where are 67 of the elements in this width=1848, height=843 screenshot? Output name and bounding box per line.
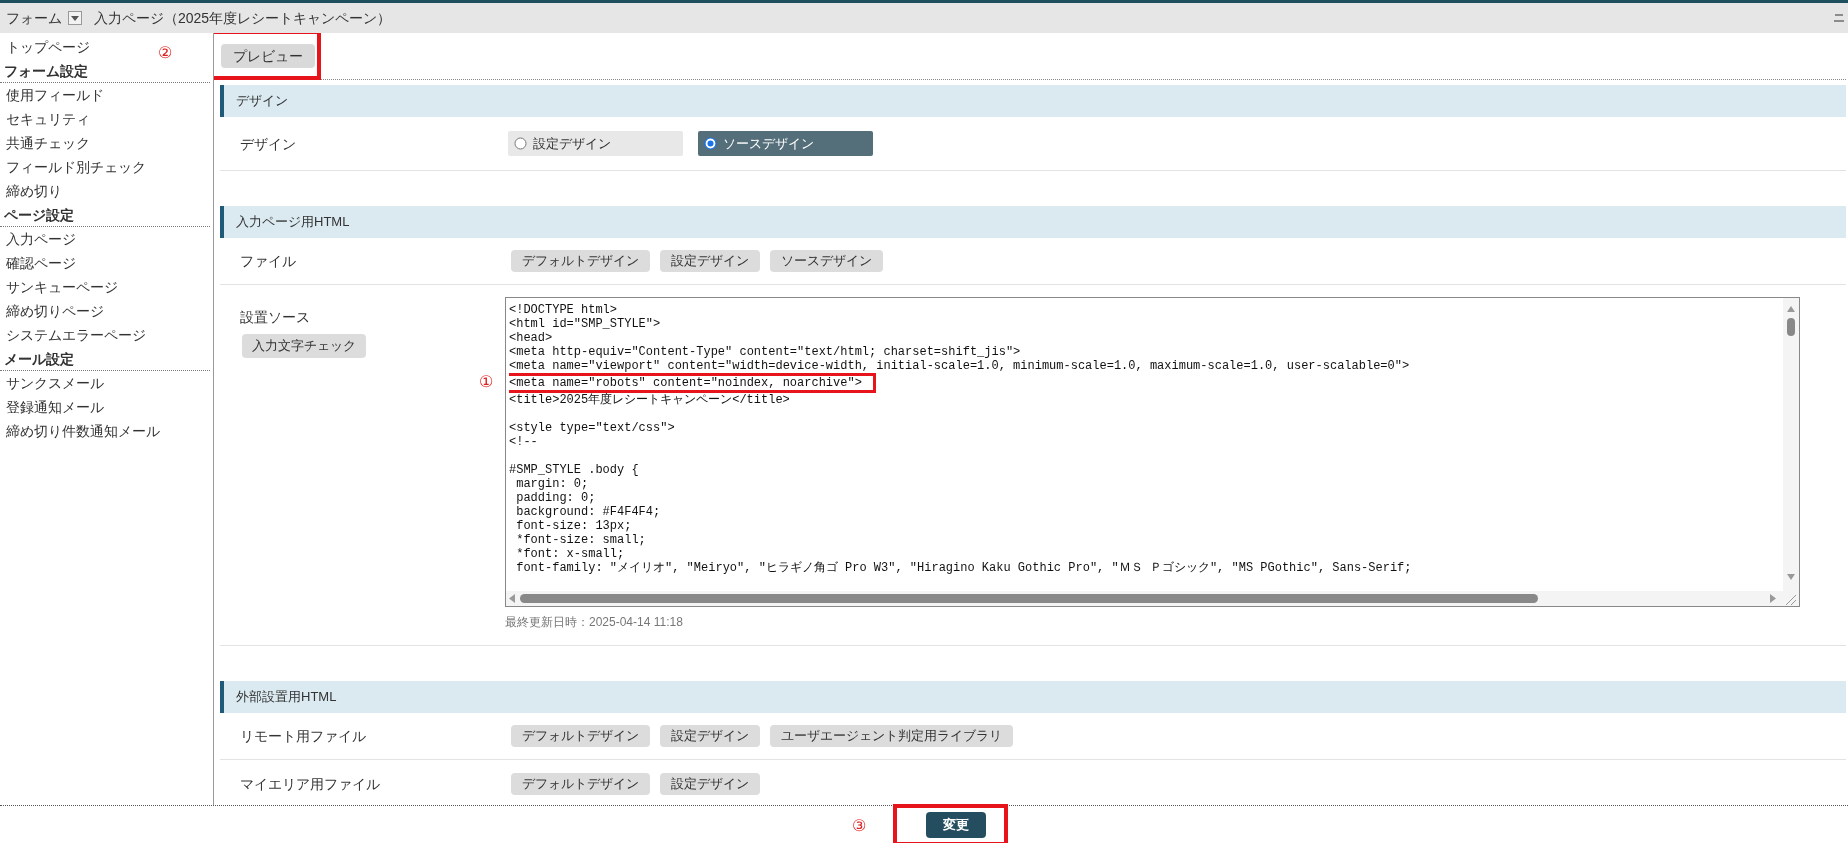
sidebar-link[interactable]: 締め切り (6, 183, 62, 199)
sidebar-link[interactable]: サンクスメール (6, 375, 104, 391)
file-button[interactable]: デフォルトデザイン (511, 725, 650, 747)
sidebar-link[interactable]: フィールド別チェック (6, 159, 146, 175)
section-header: 入力ページ用HTML (220, 206, 1846, 238)
check-button[interactable]: 入力文字チェック (242, 334, 366, 358)
file-button[interactable]: デフォルトデザイン (511, 772, 650, 795)
annotation-number: ③ (852, 816, 866, 836)
menu-label: フォーム (6, 8, 62, 28)
section-header: 外部設置用HTML (220, 681, 1846, 713)
code-line: <!-- (509, 435, 538, 449)
menu-icon[interactable] (1834, 13, 1844, 23)
sidebar-link[interactable]: 登録通知メール (6, 399, 104, 415)
sidebar-link[interactable]: 入力ページ (6, 231, 76, 247)
horizontal-scrollbar[interactable] (506, 591, 1799, 606)
radio-option[interactable]: ソースデザイン (698, 131, 873, 156)
file-button[interactable]: ユーザエージェント判定用ライブラリ (770, 725, 1013, 747)
code-line: background: #F4F4F4; (515, 505, 661, 519)
code-line: font-family: "メイリオ", "Meiryo", "ヒラギノ角ゴ Pro W3", "Hiragino Kaku Gothic Pro", "ＭＳ Ｐゴシック", "MS PGothic", Sans-Serif; (515, 561, 1412, 575)
sidebar-link[interactable]: セキュリティ (6, 111, 90, 127)
code-line: #SMP_STYLE .body { (509, 463, 639, 477)
code-line: font-size: 13px; (515, 519, 632, 533)
code-line: <meta name="viewport" content="width=device-width, initial-scale=1.0, minimum-scale=1.0, maximum-scale=1.0, user-scalable=0"> (509, 359, 1410, 373)
last-updated: 最終更新日時：2025-04-14 11:18 (505, 614, 684, 631)
sidebar-heading: メール設定 (4, 351, 74, 367)
code-line: *font-size: small; (515, 533, 646, 547)
annotation-number: ① (479, 372, 493, 392)
file-button[interactable]: ソースデザイン (770, 250, 883, 272)
code-line: <!DOCTYPE html> (509, 303, 618, 317)
code-line: margin: 0; (515, 477, 589, 491)
field-label: ファイル (240, 253, 296, 269)
vertical-scrollbar[interactable] (1783, 298, 1799, 592)
dropdown-icon[interactable] (68, 11, 82, 25)
code-line: *font: x-small; (515, 547, 625, 561)
sidebar-link[interactable]: トップページ (6, 39, 90, 55)
sidebar-link[interactable]: 共通チェック (6, 135, 90, 151)
submit-button[interactable]: 変更 (926, 811, 986, 838)
file-button[interactable]: 設定デザイン (660, 725, 760, 747)
sidebar-link[interactable]: サンキューページ (6, 279, 118, 295)
field-label: リモート用ファイル (240, 728, 366, 744)
file-button[interactable]: デフォルトデザイン (511, 250, 650, 272)
file-button[interactable]: 設定デザイン (660, 250, 760, 272)
sidebar-heading: ページ設定 (4, 207, 74, 223)
code-line: <head> (509, 331, 553, 345)
code-line: <title>2025年度レシートキャンペーン</title> (509, 393, 790, 407)
sidebar-link[interactable]: 締め切りページ (6, 303, 104, 319)
sidebar-link[interactable]: システムエラーページ (6, 327, 146, 343)
code-line: <meta name="robots" content="noindex, noarchive"> (509, 376, 862, 390)
field-label: マイエリア用ファイル (240, 775, 380, 792)
file-button[interactable]: 設定デザイン (660, 772, 760, 795)
sidebar-link[interactable]: 使用フィールド (6, 87, 104, 103)
radio-icon (704, 137, 717, 150)
section-header: デザイン (220, 85, 1846, 117)
code-line: <meta http-equiv="Content-Type" content="text/html; charset=shift_jis"> (509, 345, 1021, 359)
sidebar-link[interactable]: 締め切り件数通知メール (6, 423, 160, 439)
code-line: <style type="text/css"> (509, 421, 675, 435)
preview-button[interactable]: プレビュー (221, 44, 315, 68)
radio-option[interactable]: 設定デザイン (508, 131, 683, 156)
code-line: padding: 0; (515, 491, 596, 505)
code-line: <html id="SMP_STYLE"> (509, 317, 661, 331)
page-title: 入力ページ（2025年度レシートキャンペーン） (94, 8, 392, 28)
sidebar-heading: フォーム設定 (4, 63, 88, 79)
field-label: デザイン (240, 135, 296, 152)
radio-icon (514, 137, 527, 150)
annotation-number: ② (158, 43, 172, 63)
sidebar-link[interactable]: 確認ページ (6, 255, 76, 271)
field-label: 設置ソース (240, 308, 310, 327)
